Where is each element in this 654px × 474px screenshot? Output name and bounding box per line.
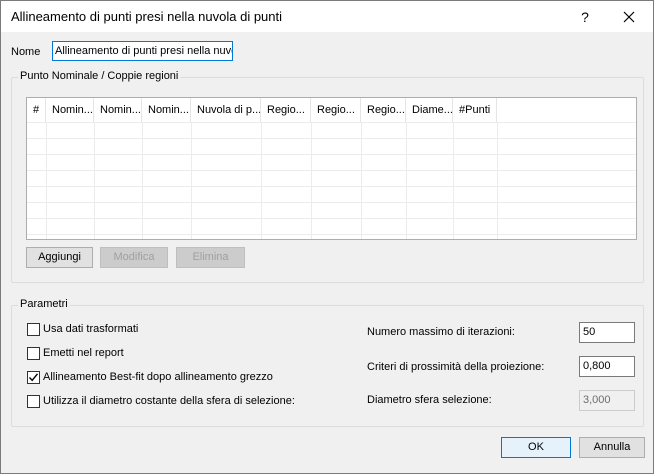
checkmark-icon [28,373,39,382]
name-label: Nome [11,46,41,58]
table-column-divider [94,122,95,239]
column-header-nominal-2[interactable]: Nomin... [94,98,142,122]
table-column-divider [46,122,47,239]
use-transformed-data-checkbox[interactable] [27,323,40,336]
column-header-index[interactable]: # [27,98,46,122]
pairs-table-header: # Nomin... Nomin... Nomin... Nuvola di p… [27,98,636,122]
title-bar: Allineamento di punti presi nella nuvola… [1,1,653,32]
delete-button[interactable]: Elimina [176,247,245,268]
close-icon [623,11,635,23]
cancel-button[interactable]: Annulla [579,437,645,458]
constant-diameter-label: Utilizza il diametro costante della sfer… [43,395,295,407]
selection-sphere-diameter-label: Diametro sfera selezione: [367,394,492,406]
parameters-group-title: Parametri [18,298,70,310]
table-grid-line [27,234,636,239]
table-column-divider [142,122,143,239]
parameters-groupbox: Parametri Usa dati trasformati Emetti ne… [11,298,644,427]
pairs-groupbox: Punto Nominale / Coppie regioni # Nomin.… [11,70,644,283]
table-column-divider [311,122,312,239]
window-title: Allineamento di punti presi nella nuvola… [11,9,283,24]
constant-diameter-checkbox[interactable] [27,395,40,408]
add-button[interactable]: Aggiungi [26,247,93,268]
table-column-divider [497,122,498,239]
column-header-point-cloud[interactable]: Nuvola di p... [191,98,261,122]
table-column-divider [191,122,192,239]
table-grid-line [27,138,636,154]
use-transformed-data-label: Usa dati trasformati [43,323,139,335]
projection-proximity-label: Criteri di prossimità della proiezione: [367,361,545,373]
selection-sphere-diameter-input: 3,000 [579,390,635,411]
table-grid-line [27,218,636,234]
column-header-point-count[interactable]: #Punti [453,98,497,122]
dialog-window: Allineamento di punti presi nella nuvola… [0,0,654,474]
column-header-nominal-1[interactable]: Nomin... [46,98,94,122]
bestfit-after-rough-label: Allineamento Best-fit dopo allineamento … [43,371,273,383]
close-button[interactable] [614,5,644,29]
table-grid-line [27,186,636,202]
table-column-divider [361,122,362,239]
ok-button[interactable]: OK [501,437,571,458]
column-header-region-2[interactable]: Regio... [311,98,361,122]
column-header-region-1[interactable]: Regio... [261,98,311,122]
column-header-diameter[interactable]: Diame... [406,98,453,122]
max-iterations-input[interactable]: 50 [579,322,635,343]
bestfit-after-rough-checkbox[interactable] [27,371,40,384]
table-column-divider [261,122,262,239]
table-grid-line [27,154,636,170]
table-grid-line [27,170,636,186]
table-column-divider [406,122,407,239]
edit-button[interactable]: Modifica [100,247,168,268]
max-iterations-label: Numero massimo di iterazioni: [367,326,515,338]
name-input[interactable]: Allineamento di punti presi nella nuvola… [52,41,233,61]
pairs-group-title: Punto Nominale / Coppie regioni [18,70,181,82]
column-header-region-3[interactable]: Regio... [361,98,406,122]
table-column-divider [453,122,454,239]
emit-in-report-checkbox[interactable] [27,347,40,360]
table-grid-line [27,122,636,138]
column-header-nominal-3[interactable]: Nomin... [142,98,191,122]
help-button[interactable]: ? [570,5,600,29]
table-grid-line [27,202,636,218]
emit-in-report-label: Emetti nel report [43,347,124,359]
projection-proximity-input[interactable]: 0,800 [579,356,635,377]
pairs-table[interactable]: # Nomin... Nomin... Nomin... Nuvola di p… [26,97,637,240]
